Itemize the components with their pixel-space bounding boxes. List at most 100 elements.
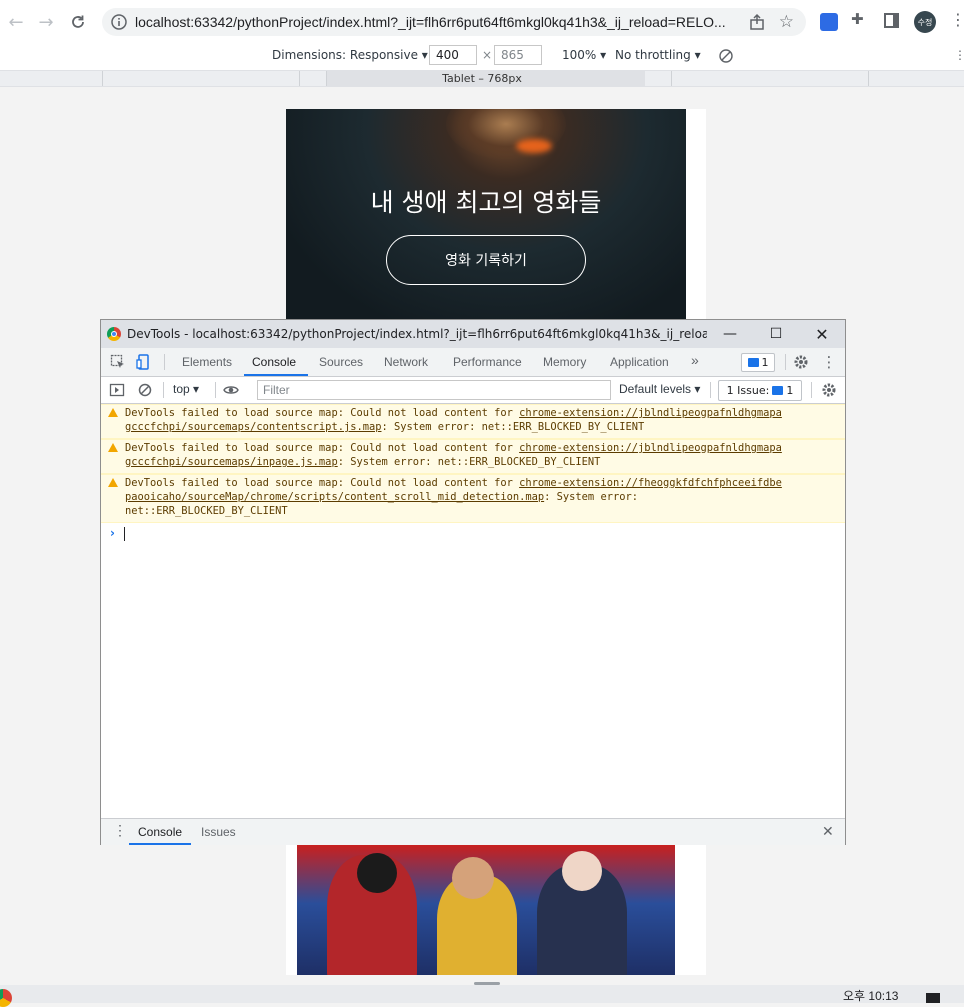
share-icon[interactable] <box>748 13 766 31</box>
warning-icon <box>108 443 118 452</box>
device-toggle-icon[interactable] <box>136 354 152 370</box>
levels-label: Default levels <box>619 382 692 396</box>
dimensions-label: Dimensions: Responsive <box>272 48 418 62</box>
notification-icon[interactable] <box>926 993 940 1003</box>
close-icon[interactable]: ✕ <box>799 320 845 348</box>
warning-text: : System error: <box>544 491 638 503</box>
tab-application[interactable]: Application <box>610 355 669 369</box>
console-warning: DevTools failed to load source map: Coul… <box>101 404 845 439</box>
warning-icon <box>108 478 118 487</box>
source-map-link[interactable]: gcccfchpi/sourcemaps/contentscript.js.ma… <box>125 421 381 433</box>
throttle-dropdown[interactable]: No throttling ▾ <box>615 48 701 62</box>
context-label: top <box>173 382 190 396</box>
device-more-icon[interactable]: ⋮ <box>954 48 964 62</box>
times-sign: × <box>482 48 493 62</box>
console-warning: DevTools failed to load source map: Coul… <box>101 474 845 523</box>
issues-badge-count: 1 <box>761 356 769 369</box>
tab-elements[interactable]: Elements <box>182 355 232 369</box>
zoom-label: 100% <box>562 48 597 62</box>
url-text[interactable]: localhost:63342/pythonProject/index.html… <box>135 14 745 30</box>
message-icon <box>772 386 784 395</box>
drawer-menu-icon[interactable]: ⋮ <box>113 822 127 839</box>
extension-icon[interactable] <box>820 13 838 31</box>
source-map-link[interactable]: paooicaho/sourceMap/chrome/scripts/conte… <box>125 491 544 503</box>
drawer-tab-console[interactable]: Console <box>138 825 182 839</box>
settings-gear-icon[interactable] <box>793 354 809 370</box>
warning-text: : System error: net::ERR_BLOCKED_BY_CLIE… <box>337 456 601 468</box>
puzzle-icon[interactable]: ✚ <box>851 10 869 28</box>
width-input[interactable]: 400 <box>429 45 477 65</box>
tab-console[interactable]: Console <box>252 355 296 369</box>
chrome-logo-icon <box>107 327 121 341</box>
tab-performance[interactable]: Performance <box>453 355 522 369</box>
issues-count: 1 <box>786 384 794 397</box>
context-dropdown[interactable]: top ▾ <box>173 382 199 396</box>
address-bar[interactable]: localhost:63342/pythonProject/index.html… <box>102 8 806 36</box>
issues-counter-button[interactable]: 1 Issue: 1 <box>718 380 802 401</box>
console-input-caret[interactable] <box>124 527 125 541</box>
info-icon[interactable] <box>110 13 128 31</box>
more-tabs-icon[interactable]: » <box>691 352 699 368</box>
maximize-icon[interactable]: ☐ <box>753 320 799 348</box>
chrome-taskbar-icon[interactable] <box>0 989 12 1007</box>
media-query-bar[interactable]: Tablet – 768px <box>0 70 964 87</box>
drawer-close-icon[interactable]: ✕ <box>822 823 834 840</box>
warning-text: DevTools failed to load source map: Coul… <box>125 407 520 419</box>
source-map-link[interactable]: chrome-extension://fheoggkfdfchfphceeifd… <box>519 477 782 489</box>
issues-badge[interactable]: 1 <box>741 353 775 372</box>
device-toolbar: Dimensions: Responsive ▾ 400 × 865 100% … <box>0 44 964 71</box>
height-input[interactable]: 865 <box>494 45 542 65</box>
record-movie-button[interactable]: 영화 기록하기 <box>386 235 586 285</box>
console-settings-icon[interactable] <box>821 382 837 398</box>
inspect-icon[interactable] <box>110 354 126 370</box>
tab-network[interactable]: Network <box>384 355 428 369</box>
console-output[interactable]: DevTools failed to load source map: Coul… <box>101 404 845 818</box>
devtools-tabbar: Elements Console Sources Network Perform… <box>101 348 845 377</box>
devtools-title: DevTools - localhost:63342/pythonProject… <box>127 327 707 341</box>
message-icon <box>747 358 759 367</box>
back-icon[interactable]: ← <box>4 10 28 34</box>
warning-text: net::ERR_BLOCKED_BY_CLIENT <box>125 505 288 517</box>
eye-icon[interactable] <box>223 382 239 398</box>
devtools-menu-icon[interactable]: ⋮ <box>821 353 837 371</box>
dimensions-dropdown[interactable]: Dimensions: Responsive ▾ <box>272 48 428 62</box>
warning-text: DevTools failed to load source map: Coul… <box>125 442 520 454</box>
star-icon[interactable]: ☆ <box>779 12 794 32</box>
hero-banner: 내 생애 최고의 영화들 영화 기록하기 <box>286 109 686 321</box>
tab-memory[interactable]: Memory <box>543 355 586 369</box>
console-filter-bar: top ▾ Filter Default levels ▾ 1 Issue: 1 <box>101 377 845 404</box>
zoom-dropdown[interactable]: 100% ▾ <box>562 48 606 62</box>
devtools-titlebar[interactable]: DevTools - localhost:63342/pythonProject… <box>101 320 845 348</box>
filter-input[interactable]: Filter <box>257 380 611 400</box>
tab-sources[interactable]: Sources <box>319 355 363 369</box>
devtools-drawer: ⋮ Console Issues ✕ <box>101 818 845 845</box>
resize-handle[interactable] <box>474 982 500 985</box>
movie-poster-image[interactable] <box>297 845 675 975</box>
source-map-link[interactable]: chrome-extension://jblndlipeogpafnldhgma… <box>519 442 782 454</box>
os-taskbar: 오후 10:13 <box>0 982 964 1007</box>
devtools-window: DevTools - localhost:63342/pythonProject… <box>100 319 846 845</box>
throttle-label: No throttling <box>615 48 691 62</box>
warning-text: : System error: net::ERR_BLOCKED_BY_CLIE… <box>381 421 645 433</box>
drawer-tab-issues[interactable]: Issues <box>201 825 236 839</box>
rotate-icon[interactable] <box>718 48 734 64</box>
sidepanel-icon[interactable] <box>884 13 899 28</box>
avatar[interactable]: 수정 <box>914 11 936 33</box>
warning-icon <box>108 408 118 417</box>
forward-icon[interactable]: → <box>34 10 58 34</box>
clear-console-icon[interactable] <box>137 382 153 398</box>
source-map-link[interactable]: gcccfchpi/sourcemaps/inpage.js.map <box>125 456 338 468</box>
levels-dropdown[interactable]: Default levels ▾ <box>619 382 700 396</box>
source-map-link[interactable]: chrome-extension://jblndlipeogpafnldhgma… <box>519 407 782 419</box>
sidebar-toggle-icon[interactable] <box>109 382 125 398</box>
console-warning: DevTools failed to load source map: Coul… <box>101 439 845 474</box>
browser-toolbar: ← → localhost:63342/pythonProject/index.… <box>0 0 964 45</box>
hero-title: 내 생애 최고의 영화들 <box>370 188 602 217</box>
media-label: Tablet – 768px <box>442 72 522 85</box>
minimize-icon[interactable]: — <box>707 320 753 348</box>
reload-icon[interactable] <box>66 10 90 34</box>
warning-text: DevTools failed to load source map: Coul… <box>125 477 520 489</box>
console-prompt-icon: › <box>110 526 115 540</box>
clock-time: 오후 10:13 <box>843 989 899 1003</box>
kebab-icon[interactable]: ⋮ <box>950 10 964 29</box>
